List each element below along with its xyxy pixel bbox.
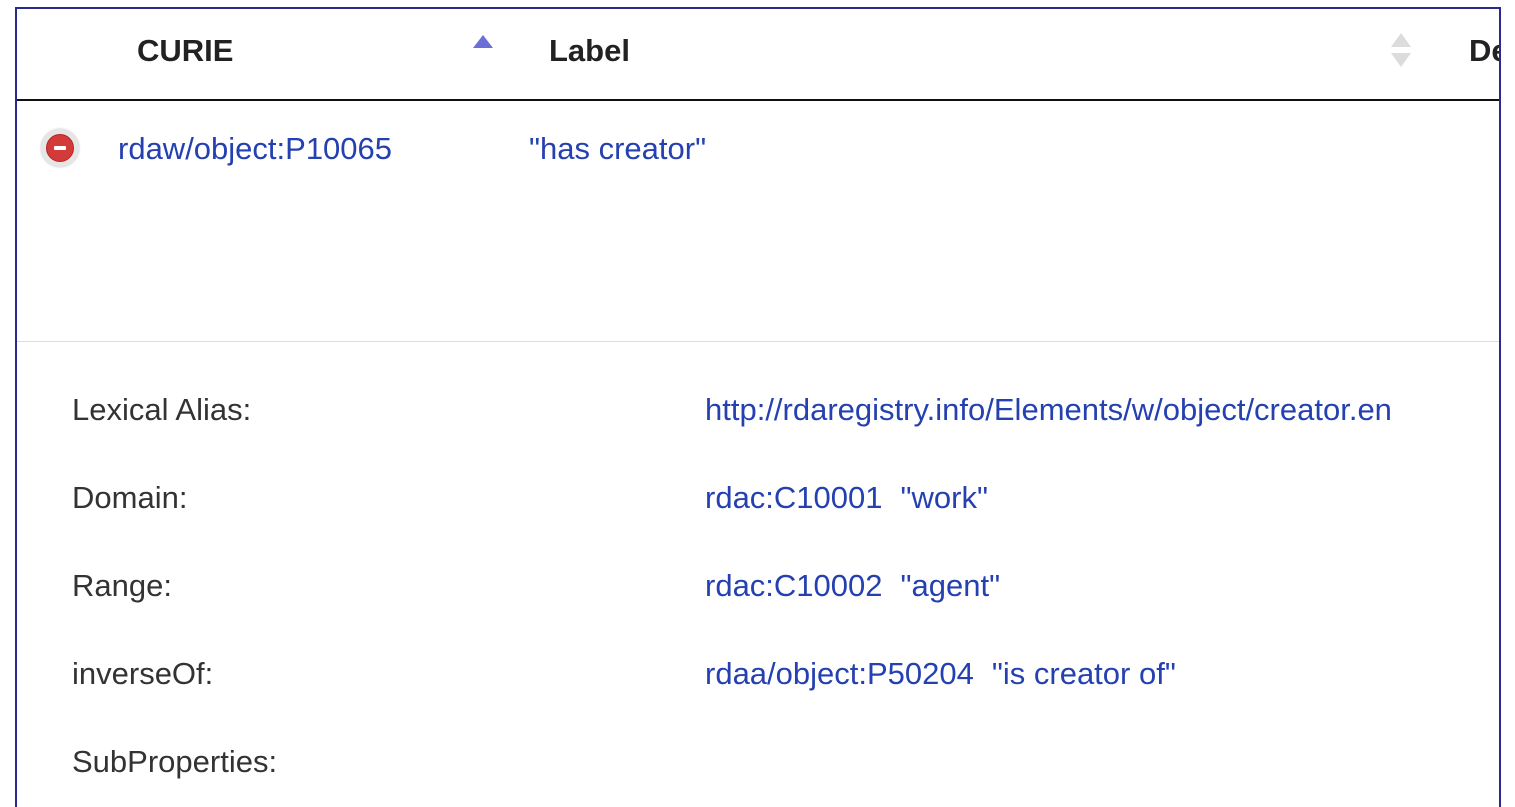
table-header: CURIE Label De	[17, 9, 1499, 101]
detail-label: Lexical Alias:	[72, 392, 252, 427]
table-row: rdaw/object:P10065 "has creator"	[17, 101, 1499, 342]
row-label-link[interactable]: "has creator"	[529, 131, 706, 167]
column-header-curie[interactable]: CURIE	[137, 33, 233, 69]
collapse-row-button[interactable]	[41, 129, 79, 167]
inverse-of-curie: rdaa/object:P50204	[705, 656, 974, 691]
detail-domain: Domain: rdac:C10001 "work"	[17, 480, 1499, 540]
column-header-label[interactable]: Label	[549, 33, 630, 69]
domain-link[interactable]: rdac:C10001 "work"	[705, 480, 988, 516]
inverse-of-label: "is creator of"	[991, 656, 1176, 691]
sort-both-icon[interactable]	[1391, 33, 1411, 69]
minus-circle-icon	[46, 134, 74, 162]
detail-label: inverseOf:	[72, 656, 214, 691]
properties-table-frame: CURIE Label De rdaw/object:P10065 "has c…	[15, 7, 1501, 807]
inverse-of-link[interactable]: rdaa/object:P50204 "is creator of"	[705, 656, 1176, 692]
detail-lexical-alias: Lexical Alias: http://rdaregistry.info/E…	[17, 392, 1499, 452]
sort-down-arrow-icon	[1391, 53, 1411, 67]
detail-label: SubProperties:	[72, 744, 278, 779]
detail-range: Range: rdac:C10002 "agent"	[17, 568, 1499, 628]
column-header-description[interactable]: De	[1469, 33, 1499, 69]
sort-asc-icon[interactable]	[473, 35, 493, 48]
range-link[interactable]: rdac:C10002 "agent"	[705, 568, 1000, 604]
range-curie: rdac:C10002	[705, 568, 883, 603]
detail-sub-properties: SubProperties:	[17, 744, 1499, 804]
detail-label: Range:	[72, 568, 172, 603]
domain-curie: rdac:C10001	[705, 480, 883, 515]
lexical-alias-link[interactable]: http://rdaregistry.info/Elements/w/objec…	[705, 392, 1392, 428]
row-details: Lexical Alias: http://rdaregistry.info/E…	[17, 342, 1499, 807]
range-label: "agent"	[900, 568, 1001, 603]
domain-label: "work"	[900, 480, 988, 515]
detail-inverse-of: inverseOf: rdaa/object:P50204 "is creator…	[17, 656, 1499, 716]
detail-label: Domain:	[72, 480, 188, 515]
row-curie-link[interactable]: rdaw/object:P10065	[118, 131, 392, 167]
sort-up-arrow-icon	[1391, 33, 1411, 47]
